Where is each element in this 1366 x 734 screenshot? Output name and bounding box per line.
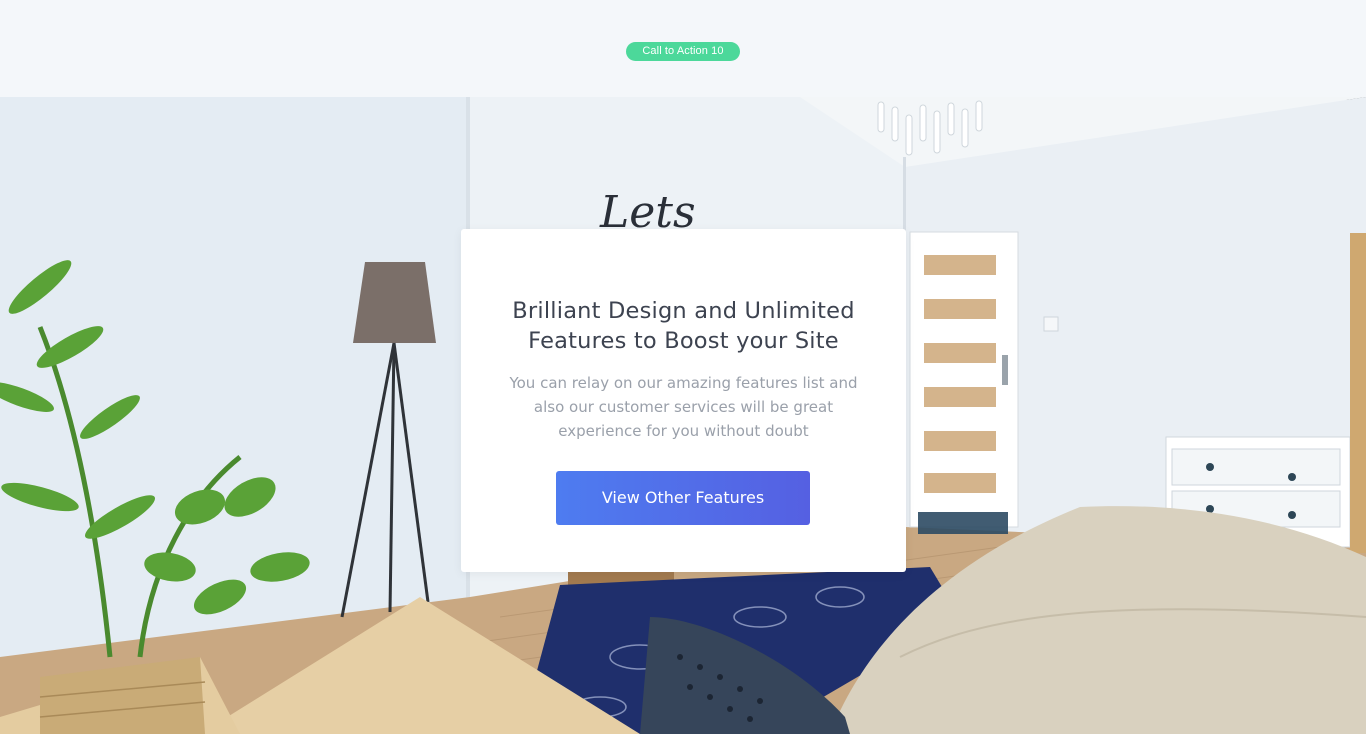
cta-heading-line-2: Features to Boost your Site	[528, 328, 839, 354]
cta-description-line-2: also our customer services will be great	[533, 398, 834, 416]
view-other-features-button[interactable]: View Other Features	[556, 471, 810, 525]
top-bar: Call to Action 10	[0, 0, 1366, 97]
cta-description: You can relay on our amazing features li…	[491, 371, 876, 443]
cta-heading-line-1: Brilliant Design and Unlimited	[512, 298, 855, 324]
cta-heading: Brilliant Design and Unlimited Features …	[481, 296, 886, 356]
cta-description-line-3: experience for you without doubt	[558, 422, 809, 440]
section-badge: Call to Action 10	[626, 42, 740, 61]
call-to-action-card: Brilliant Design and Unlimited Features …	[461, 229, 906, 572]
cta-description-line-1: You can relay on our amazing features li…	[509, 374, 858, 392]
